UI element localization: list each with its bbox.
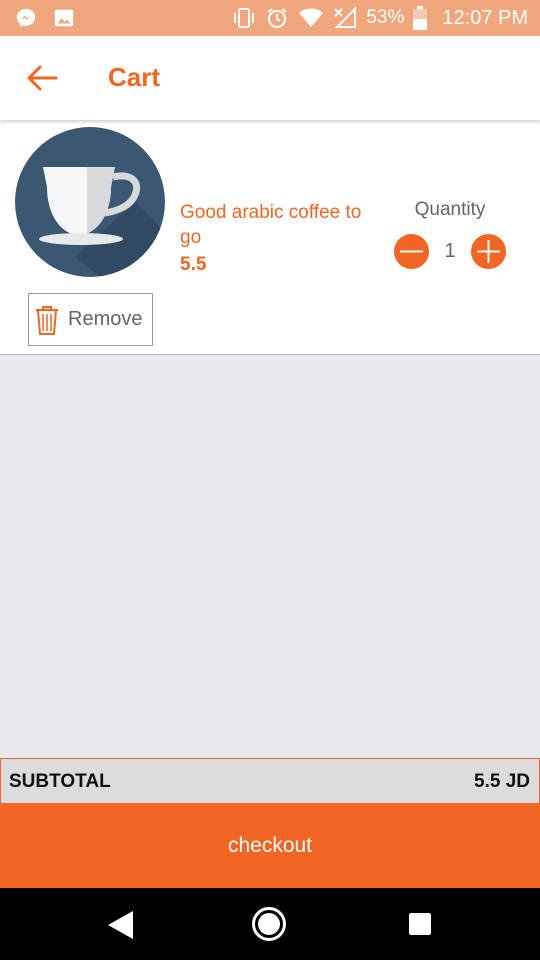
nav-back-icon[interactable]	[106, 910, 134, 940]
coffee-cup-icon	[15, 127, 165, 277]
wifi-icon	[299, 8, 324, 27]
messenger-icon	[16, 8, 36, 28]
trash-icon	[36, 305, 58, 335]
quantity-value: 1	[444, 240, 456, 262]
item-name: Good arabic coffee to go	[180, 202, 362, 248]
status-bar-system: 53% 12:07 PM	[232, 0, 528, 36]
page-title: Cart	[108, 62, 161, 92]
item-price: 5.5	[180, 254, 207, 275]
subtotal-label: SUBTOTAL	[9, 771, 111, 792]
cart-item: Good arabic coffee to go 5.5 Quantity 1 …	[0, 120, 540, 355]
navigation-bar	[0, 888, 540, 960]
nav-home-icon[interactable]	[251, 906, 287, 942]
clock: 12:07 PM	[442, 6, 528, 29]
vibrate-icon	[234, 8, 255, 28]
decrease-quantity-button[interactable]	[394, 234, 429, 269]
battery-icon	[413, 6, 428, 30]
image-icon	[54, 9, 74, 27]
alarm-icon	[267, 8, 287, 28]
remove-label: Remove	[68, 308, 143, 330]
item-info: Good arabic coffee to go 5.5	[180, 200, 380, 276]
signal-icon	[334, 7, 357, 28]
app-bar: Cart	[0, 36, 540, 120]
quantity-label: Quantity	[414, 199, 486, 220]
checkout-button[interactable]: checkout	[0, 803, 540, 888]
subtotal-bar: SUBTOTAL 5.5 JD	[0, 758, 540, 803]
battery-percentage: 53%	[366, 7, 405, 28]
increase-quantity-button[interactable]	[471, 234, 506, 269]
subtotal-value: 5.5 JD	[474, 771, 530, 792]
arrow-back-icon[interactable]	[26, 64, 58, 92]
status-bar-notifications	[14, 7, 76, 29]
status-bar: 53% 12:07 PM	[0, 0, 540, 36]
nav-recent-apps-icon[interactable]	[409, 913, 431, 935]
remove-button[interactable]: Remove	[28, 293, 153, 346]
